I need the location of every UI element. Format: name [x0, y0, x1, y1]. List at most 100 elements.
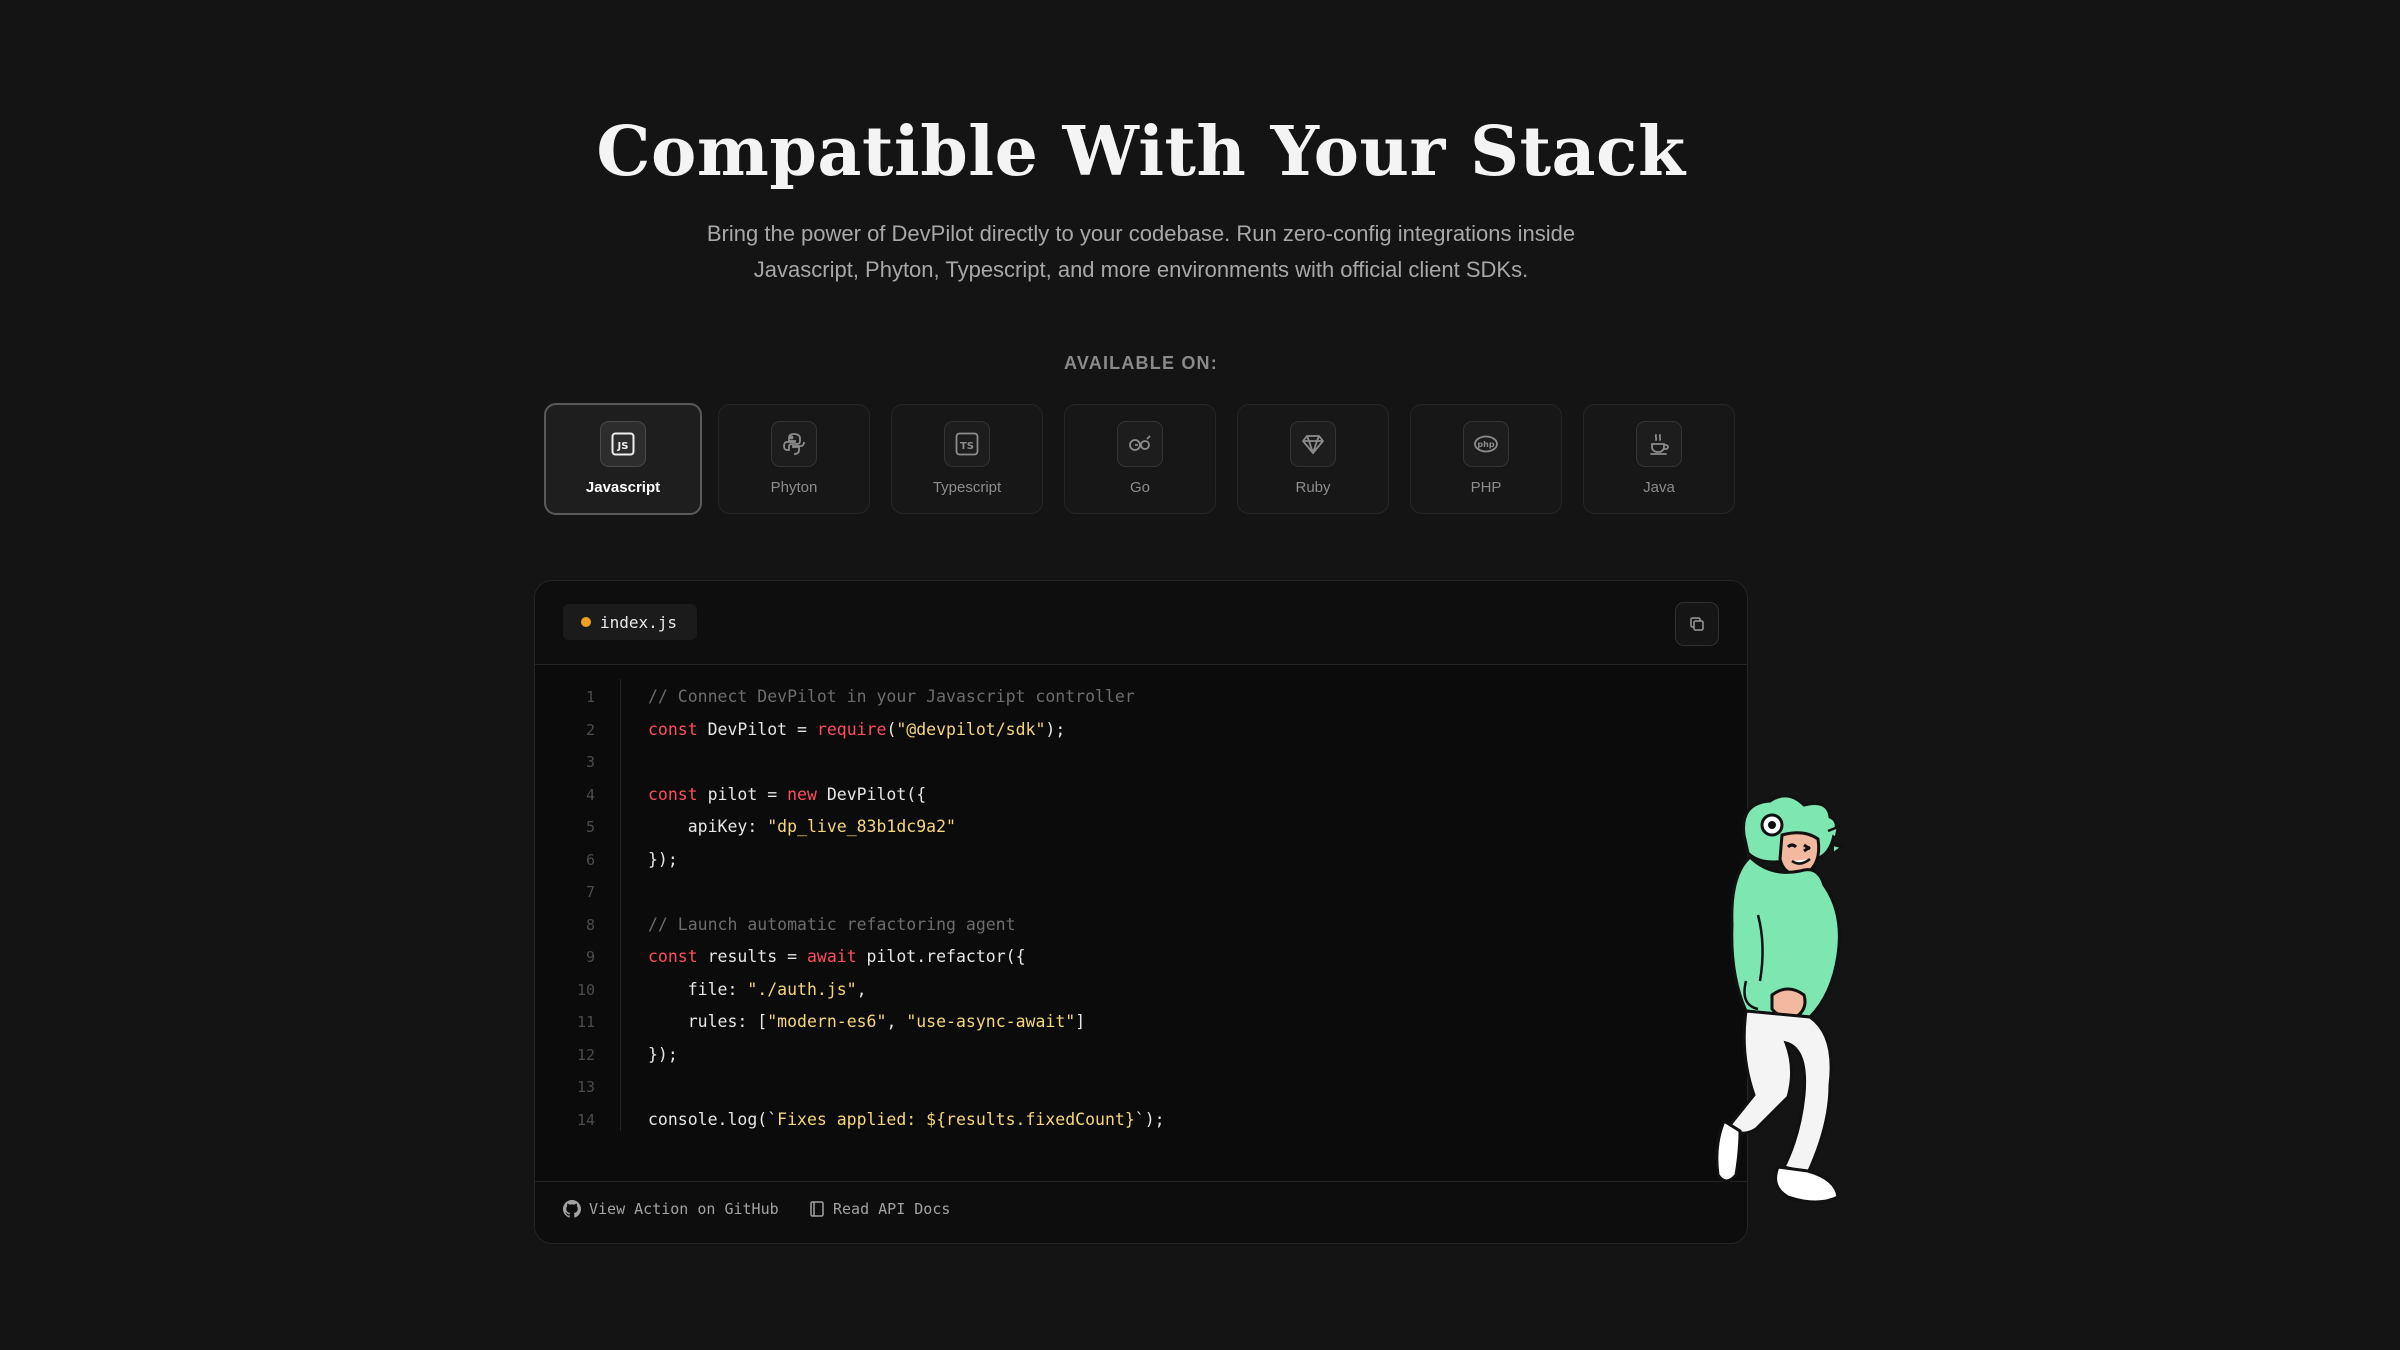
lang-label: Typescript: [932, 479, 1002, 496]
code-text: const results = await pilot.refactor({: [648, 941, 1026, 973]
code-text: apiKey: "dp_live_83b1dc9a2": [648, 811, 956, 843]
code-text: // Connect DevPilot in your Javascript c…: [648, 681, 1135, 713]
page-subtitle: Bring the power of DevPilot directly to …: [641, 216, 1641, 288]
lang-tab-java[interactable]: Java: [1583, 404, 1735, 514]
code-token: ,: [856, 979, 867, 999]
file-tab[interactable]: index.js: [563, 604, 698, 640]
code-token: (: [886, 719, 897, 739]
subtitle-line-2: Javascript, Phyton, Typescript, and more…: [753, 257, 1529, 282]
page: Compatible With Your Stack Bring the pow…: [0, 0, 2400, 1350]
view-on-github-link[interactable]: View Action on GitHub: [563, 1200, 779, 1218]
code-token: "use-async-await": [906, 1012, 1076, 1031]
code-card-header: index.js: [535, 581, 1747, 665]
code-text: });: [648, 1039, 678, 1071]
code-token: "modern-es6": [767, 1012, 887, 1031]
copy-icon: [1690, 617, 1704, 631]
code-token: });: [648, 849, 678, 869]
lang-tab-typescript[interactable]: TS Typescript: [891, 404, 1043, 514]
line-number: 5: [585, 818, 595, 836]
code-token: console.log(`: [648, 1109, 778, 1129]
lang-label: Ruby: [1295, 479, 1331, 496]
code-text: // Launch automatic refactoring agent: [648, 909, 1016, 941]
line-number: 13: [576, 1078, 595, 1096]
code-token: DevPilot({: [816, 784, 927, 804]
code-token: DevPilot =: [697, 719, 817, 739]
available-on-label: AVAILABLE ON:: [1064, 353, 1218, 373]
book-icon: [810, 1201, 824, 1217]
code-token: pilot.refactor({: [856, 947, 1026, 966]
code-token: Fixes applied: ${results.fixedCount}: [777, 1109, 1135, 1129]
code-token: ,: [886, 1012, 907, 1031]
code-line: 9 const results = await pilot.refactor({: [535, 941, 1747, 973]
svg-text:TS: TS: [960, 441, 974, 452]
lang-label: Javascript: [585, 479, 661, 496]
code-token: "dp_live_83b1dc9a2": [767, 817, 956, 836]
copy-button[interactable]: [1675, 602, 1719, 646]
code-token: const: [648, 784, 698, 804]
dinosaur-mascot-illustration: [1715, 795, 1845, 1204]
line-number: 2: [585, 720, 595, 739]
code-line: 7: [535, 876, 1747, 908]
java-icon: [1636, 421, 1682, 467]
code-token: `);: [1134, 1109, 1165, 1129]
code-card-footer: View Action on GitHub Read API Docs: [535, 1181, 1747, 1243]
code-text: file: "./auth.js",: [648, 974, 867, 1006]
php-icon: php: [1463, 421, 1509, 467]
code-line: 6});: [535, 844, 1747, 876]
code-line: 8 // Launch automatic refactoring agent: [535, 909, 1747, 941]
svg-text:JS: JS: [617, 441, 629, 452]
code-text: console.log(`Fixes applied: ${results.fi…: [648, 1104, 1165, 1136]
code-text: const DevPilot = require("@devpilot/sdk"…: [648, 714, 1065, 746]
line-number: 3: [585, 753, 595, 771]
code-token: require: [816, 719, 887, 739]
code-area: 1 // Connect DevPilot in your Javascript …: [535, 665, 1747, 1165]
code-token: const: [648, 719, 698, 739]
typescript-icon: TS: [944, 421, 990, 467]
code-line: 5 apiKey: "dp_live_83b1dc9a2": [535, 811, 1747, 843]
lang-tab-ruby[interactable]: Ruby: [1237, 404, 1389, 514]
lang-tab-python[interactable]: Phyton: [718, 404, 870, 514]
ruby-icon: [1290, 421, 1336, 467]
code-token: const: [648, 947, 698, 966]
lang-label: PHP: [1470, 479, 1502, 496]
line-number: 14: [576, 1110, 595, 1129]
code-text: });: [648, 844, 678, 876]
code-line: 4 const pilot = new DevPilot({: [535, 779, 1747, 811]
python-icon: [771, 421, 817, 467]
code-token: );: [1045, 719, 1066, 739]
lang-tab-javascript[interactable]: JS Javascript: [544, 403, 702, 515]
code-token: // Connect DevPilot in your Javascript c…: [648, 687, 1135, 706]
code-token: });: [648, 1044, 678, 1064]
code-line: 10 file: "./auth.js",: [535, 974, 1747, 1006]
line-number: 11: [576, 1013, 595, 1031]
page-title: Compatible With Your Stack: [596, 112, 1686, 192]
line-number: 7: [585, 883, 595, 901]
code-card: index.js 1 // Connect DevPilot in your Ja…: [534, 580, 1748, 1244]
code-token: "@devpilot/sdk": [896, 719, 1046, 739]
lang-tab-php[interactable]: php PHP: [1410, 404, 1562, 514]
docs-link-label: Read API Docs: [833, 1200, 951, 1218]
lang-label: Java: [1643, 479, 1675, 496]
line-number: 12: [576, 1045, 595, 1064]
code-line: 3: [535, 746, 1747, 778]
line-number: 10: [576, 980, 595, 999]
line-number: 4: [585, 785, 595, 804]
lang-label: Go: [1129, 479, 1150, 496]
read-api-docs-link[interactable]: Read API Docs: [809, 1200, 950, 1218]
github-link-label: View Action on GitHub: [589, 1200, 779, 1218]
line-number: 1: [585, 688, 595, 706]
lang-tab-go[interactable]: Go: [1064, 404, 1216, 514]
code-token: // Launch automatic refactoring agent: [648, 914, 1016, 934]
javascript-icon: JS: [600, 421, 646, 467]
file-name: index.js: [600, 612, 678, 632]
go-icon: [1117, 421, 1163, 467]
code-text: rules: ["modern-es6", "use-async-await"]: [648, 1006, 1085, 1038]
code-token: new: [787, 784, 817, 804]
code-token: file:: [648, 979, 748, 999]
code-token: "./auth.js": [747, 979, 857, 999]
code-token: await: [806, 947, 857, 966]
line-number: 6: [585, 850, 595, 869]
code-token: ]: [1075, 1012, 1086, 1031]
lang-label: Phyton: [770, 479, 818, 496]
code-line: 12});: [535, 1039, 1747, 1071]
